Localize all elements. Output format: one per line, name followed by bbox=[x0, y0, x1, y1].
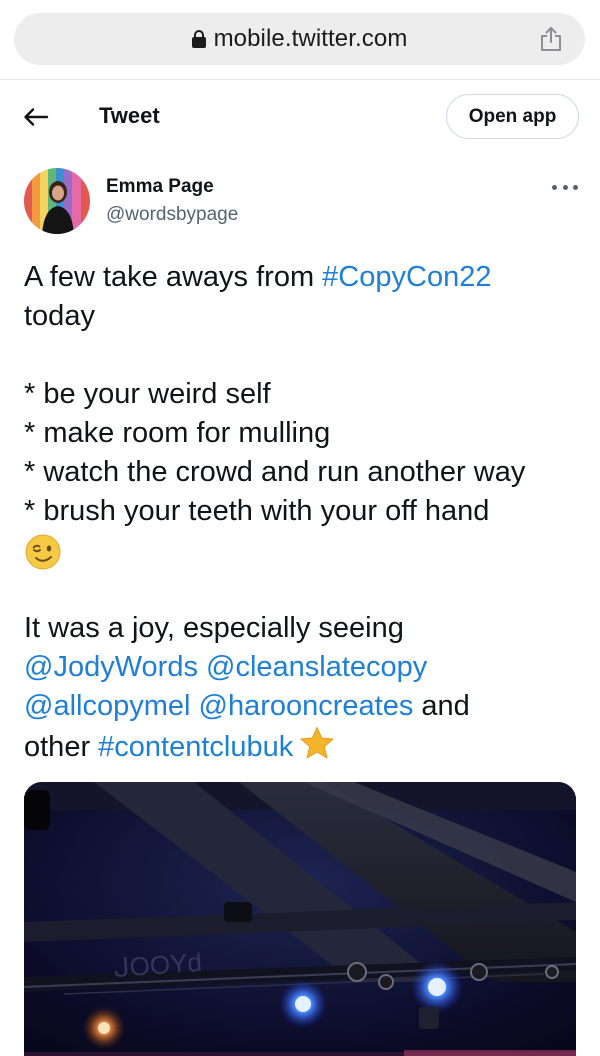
avatar[interactable] bbox=[24, 168, 90, 234]
tweet-photo[interactable]: ᒍOOYd bbox=[24, 782, 576, 1056]
tweet-text-fragment: other bbox=[24, 731, 99, 763]
tweet-text-fragment: and bbox=[413, 690, 470, 722]
page-title: Tweet bbox=[99, 103, 160, 128]
bullet-item: * make room for mulling bbox=[24, 417, 331, 449]
mention-link[interactable]: @harooncreates bbox=[199, 690, 414, 722]
more-icon bbox=[552, 184, 557, 190]
tweet-author: Emma Page @wordsbypage bbox=[0, 160, 600, 240]
hashtag-link[interactable]: #contentclubuk bbox=[98, 731, 293, 763]
bullet-item: * brush your teeth with your off hand bbox=[24, 495, 490, 527]
url-field[interactable]: mobile.twitter.com bbox=[14, 13, 585, 65]
author-name[interactable]: Emma Page bbox=[106, 176, 214, 198]
svg-text:ᒍOOYd: ᒍOOYd bbox=[112, 947, 202, 983]
bullet-item: * be your weird self bbox=[24, 378, 271, 410]
share-icon[interactable] bbox=[539, 26, 563, 52]
tweet-text-line: A few take aways from bbox=[24, 261, 323, 293]
url-text: mobile.twitter.com bbox=[213, 25, 408, 52]
mention-link[interactable]: @cleanslatecopy bbox=[206, 651, 427, 683]
winking-face-emoji bbox=[25, 534, 61, 570]
more-button[interactable] bbox=[552, 180, 578, 194]
tweet-text-line: It was a joy, especially seeing bbox=[24, 612, 404, 644]
lock-icon bbox=[191, 30, 206, 48]
tweet-text: A few take aways from #CopyCon22 today *… bbox=[24, 258, 584, 765]
back-button[interactable] bbox=[18, 99, 54, 135]
star-emoji bbox=[300, 727, 334, 759]
bullet-item: * watch the crowd and run another way bbox=[24, 456, 526, 488]
open-app-button[interactable]: Open app bbox=[446, 94, 579, 139]
mention-link[interactable]: @allcopymel bbox=[24, 690, 190, 722]
hashtag-link[interactable]: #CopyCon22 bbox=[322, 261, 491, 293]
browser-address-bar: mobile.twitter.com bbox=[0, 0, 600, 80]
top-navigation: Tweet Open app bbox=[0, 81, 600, 153]
author-handle[interactable]: @wordsbypage bbox=[106, 204, 238, 226]
tweet-text-line: today bbox=[24, 300, 95, 332]
back-arrow-icon bbox=[24, 108, 49, 126]
mention-link[interactable]: @JodyWords bbox=[24, 651, 198, 683]
